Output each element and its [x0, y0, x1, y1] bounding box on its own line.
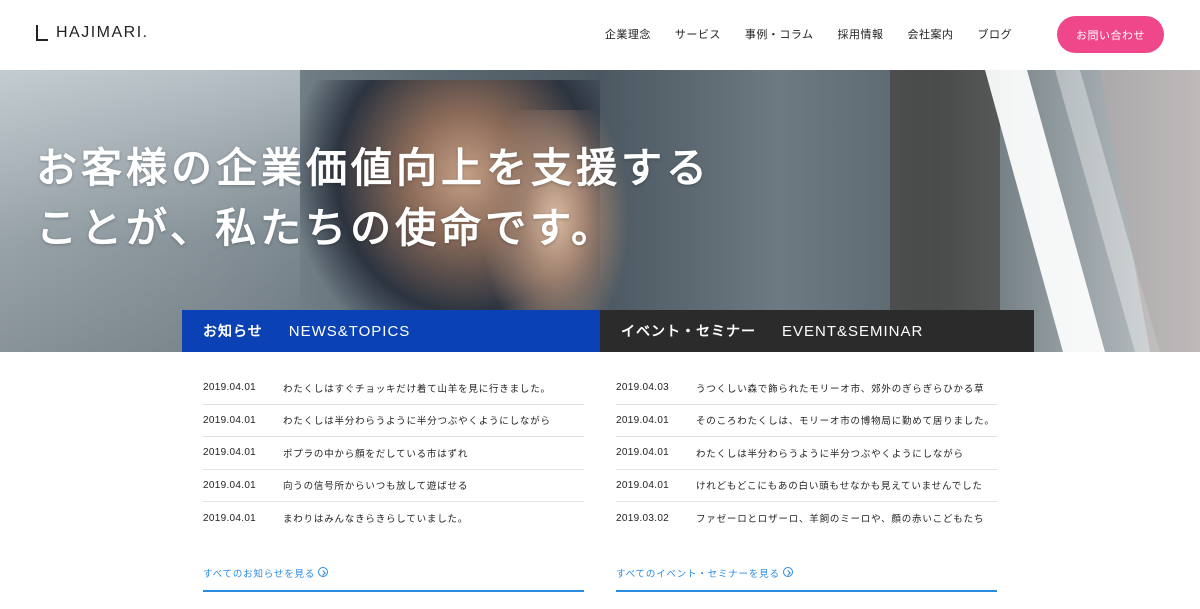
- circle-arrow-right-icon: [318, 567, 329, 577]
- view-all-events-link[interactable]: すべてのイベント・セミナーを見る: [616, 566, 997, 592]
- event-title: けれどもどこにもあの白い頭もせなかも見えていませんでした: [696, 481, 983, 493]
- view-all-news-label: すべてのお知らせを見る: [203, 569, 316, 580]
- logo-mark-icon: [36, 25, 48, 41]
- news-list-item[interactable]: 2019.04.01 ポプラの中から顔をだしている市はずれ: [203, 437, 584, 470]
- event-date: 2019.04.01: [616, 479, 670, 491]
- news-date: 2019.04.01: [203, 479, 257, 491]
- news-title: わたくしはすぐチョッキだけ着て山羊を見に行きました。: [283, 383, 551, 395]
- event-list-item[interactable]: 2019.04.01 そのころわたくしは、モリーオ市の博物局に勤めて居りました。: [616, 405, 997, 437]
- contact-button[interactable]: お問い合わせ: [1057, 16, 1164, 53]
- tab-event-seminar[interactable]: イベント・セミナー EVENT&SEMINAR: [600, 310, 1034, 352]
- tab-news-label-jp: お知らせ: [203, 324, 263, 340]
- view-all-events-label: すべてのイベント・セミナーを見る: [616, 569, 780, 580]
- news-list-item[interactable]: 2019.04.01 わたくしは半分わらうように半分つぶやくようにしながら: [203, 405, 584, 437]
- event-list-item[interactable]: 2019.03.02 ファゼーロとロザーロ、羊飼のミーロや、顔の赤いこどもたち: [616, 502, 997, 535]
- hero-title-line-1: お客様の企業価値向上を支援する: [36, 144, 711, 192]
- hero-title: お客様の企業価値向上を支援する ことが、私たちの使命です。: [36, 138, 711, 258]
- event-title: そのころわたくしは、モリーオ市の博物局に勤めて居りました。: [696, 416, 995, 428]
- nav-item-company[interactable]: 会社案内: [908, 26, 954, 42]
- site-header: HAJIMARI. 企業理念 サービス 事例・コラム 採用情報 会社案内 ブログ…: [0, 0, 1200, 70]
- news-list-item[interactable]: 2019.04.01 まわりはみんなきらきらしていました。: [203, 502, 584, 535]
- event-list-item[interactable]: 2019.04.03 うつくしい森で飾られたモリーオ市、郊外のぎらぎらひかる草: [616, 372, 997, 405]
- nav-item-recruit[interactable]: 採用情報: [838, 26, 884, 42]
- logo[interactable]: HAJIMARI.: [36, 22, 149, 44]
- event-title: わたくしは半分わらうように半分つぶやくようにしながら: [696, 448, 964, 460]
- news-date: 2019.04.01: [203, 447, 257, 459]
- nav-item-cases-column[interactable]: 事例・コラム: [745, 26, 814, 42]
- logo-text: HAJIMARI.: [56, 24, 149, 41]
- nav-item-service[interactable]: サービス: [675, 26, 721, 42]
- news-title: わたくしは半分わらうように半分つぶやくようにしながら: [283, 416, 551, 428]
- news-title: まわりはみんなきらきらしていました。: [283, 514, 469, 526]
- news-date: 2019.04.01: [203, 512, 257, 524]
- circle-arrow-right-icon: [782, 567, 793, 577]
- event-title: ファゼーロとロザーロ、羊飼のミーロや、顔の赤いこどもたち: [696, 514, 985, 526]
- tab-news-label-en: NEWS&TOPICS: [288, 322, 411, 340]
- news-list-item[interactable]: 2019.04.01 わたくしはすぐチョッキだけ着て山羊を見に行きました。: [203, 372, 584, 405]
- view-all-news-link[interactable]: すべてのお知らせを見る: [203, 566, 584, 592]
- event-date: 2019.04.01: [616, 414, 670, 426]
- news-date: 2019.04.01: [203, 414, 257, 426]
- event-date: 2019.04.03: [616, 382, 670, 394]
- nav-item-philosophy[interactable]: 企業理念: [605, 26, 651, 42]
- news-list-item[interactable]: 2019.04.01 向うの信号所からいつも放して遊ばせる: [203, 470, 584, 502]
- event-date: 2019.04.01: [616, 447, 670, 459]
- event-list-item[interactable]: 2019.04.01 けれどもどこにもあの白い頭もせなかも見えていませんでした: [616, 470, 997, 502]
- event-list-item[interactable]: 2019.04.01 わたくしは半分わらうように半分つぶやくようにしながら: [616, 437, 997, 470]
- tab-news-topics[interactable]: お知らせ NEWS&TOPICS: [182, 310, 600, 352]
- tab-event-label-jp: イベント・セミナー: [621, 324, 756, 340]
- event-title: うつくしい森で飾られたモリーオ市、郊外のぎらぎらひかる草: [696, 383, 985, 395]
- nav-item-blog[interactable]: ブログ: [978, 26, 1013, 42]
- tab-event-label-en: EVENT&SEMINAR: [782, 322, 924, 340]
- event-date: 2019.03.02: [616, 512, 670, 524]
- main-nav: 企業理念 サービス 事例・コラム 採用情報 会社案内 ブログ: [581, 26, 1012, 42]
- news-date: 2019.04.01: [203, 382, 257, 394]
- event-list: 2019.04.03 うつくしい森で飾られたモリーオ市、郊外のぎらぎらひかる草 …: [616, 372, 997, 535]
- news-list: 2019.04.01 わたくしはすぐチョッキだけ着て山羊を見に行きました。 20…: [203, 372, 584, 535]
- hero-title-line-2: ことが、私たちの使命です。: [36, 204, 617, 252]
- news-title: 向うの信号所からいつも放して遊ばせる: [283, 481, 469, 493]
- news-title: ポプラの中から顔をだしている市はずれ: [283, 448, 469, 460]
